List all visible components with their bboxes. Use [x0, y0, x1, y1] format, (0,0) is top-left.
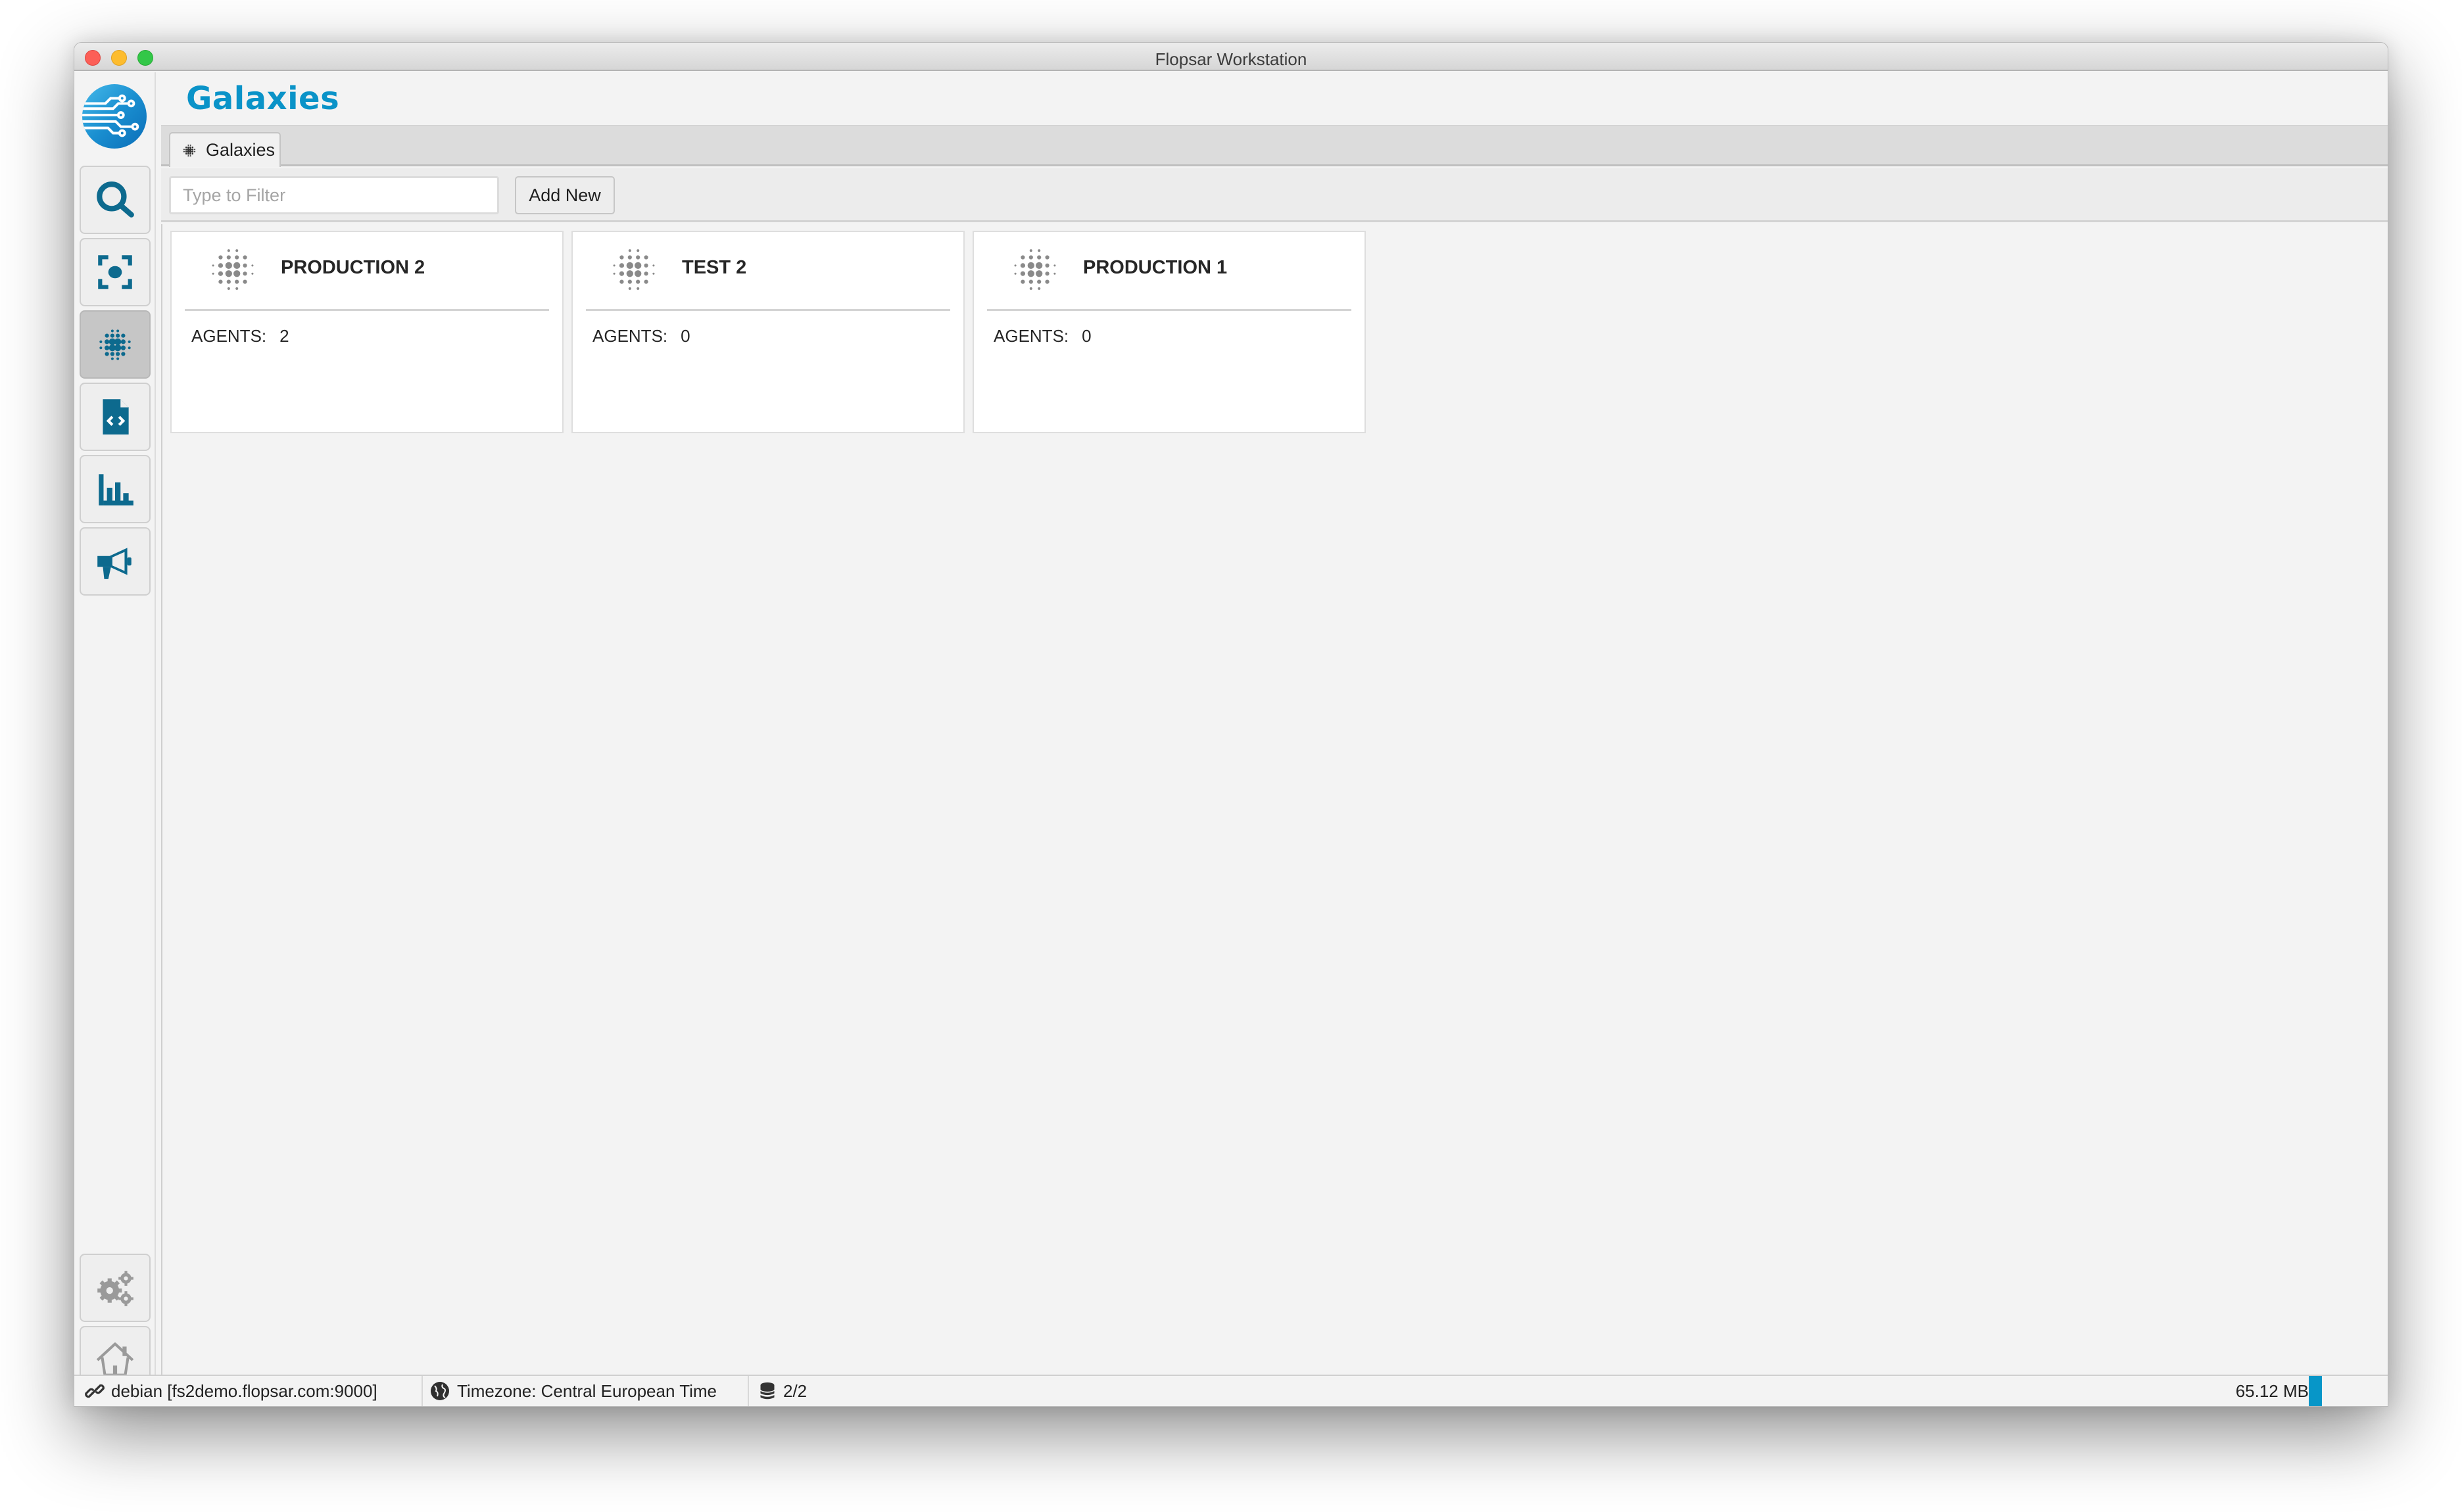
main-content: Galaxies Galaxies Add New	[161, 72, 2388, 1375]
status-bar: debian [fs2demo.flopsar.com:9000] Timezo…	[74, 1375, 2388, 1406]
flopsar-logo-icon	[82, 94, 139, 137]
database-icon	[760, 1382, 775, 1400]
tab-galaxies[interactable]: Galaxies	[169, 132, 281, 167]
megaphone-icon	[97, 548, 132, 579]
nav-announcements-button[interactable]	[80, 527, 151, 596]
nav-galaxies-button[interactable]	[80, 310, 151, 379]
app-logo[interactable]	[82, 84, 147, 149]
agents-info: AGENTS: 2	[191, 326, 289, 346]
agents-label: AGENTS:	[592, 326, 668, 346]
agents-count: 0	[681, 326, 690, 346]
galaxy-dots-icon	[1014, 249, 1056, 290]
search-icon	[97, 181, 134, 218]
toolbar: Add New	[161, 168, 2388, 222]
galaxy-dots-icon	[183, 144, 196, 156]
galaxy-dots-icon	[613, 249, 655, 290]
nav-charts-button[interactable]	[80, 455, 151, 523]
card-divider	[586, 309, 950, 311]
nav-code-file-button[interactable]	[80, 383, 151, 451]
title-bar: Flopsar Workstation	[74, 43, 2388, 71]
card-divider	[987, 309, 1351, 311]
agents-label: AGENTS:	[994, 326, 1069, 346]
bar-chart-icon	[99, 474, 133, 506]
focus-capture-icon	[98, 255, 132, 289]
agents-info: AGENTS: 0	[592, 326, 690, 346]
gears-icon	[97, 1271, 133, 1306]
galaxy-card[interactable]: TEST 2 AGENTS: 0	[571, 231, 965, 433]
galaxy-card[interactable]: PRODUCTION 2 AGENTS: 2	[170, 231, 564, 433]
filter-input[interactable]	[169, 176, 499, 214]
tab-strip: Galaxies	[161, 125, 2388, 167]
add-new-button[interactable]: Add New	[515, 176, 615, 214]
galaxy-dots-icon	[99, 329, 131, 360]
memory-usage: 65.12 MB	[2236, 1376, 2309, 1406]
card-divider	[185, 309, 549, 311]
galaxy-name: PRODUCTION 2	[281, 257, 425, 278]
window-title: Flopsar Workstation	[1155, 49, 1307, 69]
nav-focus-button[interactable]	[80, 238, 151, 306]
app-window: Flopsar Workstation Galaxies Galaxies Ty…	[74, 42, 2388, 1407]
galaxy-card[interactable]: PRODUCTION 1 AGENTS: 0	[973, 231, 1366, 433]
database-status: 2/2	[758, 1376, 807, 1406]
galaxy-name: PRODUCTION 1	[1083, 257, 1228, 278]
link-icon	[85, 1384, 105, 1398]
page-title: Galaxies	[186, 80, 340, 117]
status-separator	[748, 1376, 749, 1406]
galaxy-cards-area: PRODUCTION 2 AGENTS: 2 TEST 2 AGENTS: 0 …	[161, 224, 2388, 1375]
galaxy-dots-icon	[212, 249, 254, 290]
database-count: 2/2	[783, 1381, 808, 1401]
agents-info: AGENTS: 0	[994, 326, 1092, 346]
memory-bar[interactable]	[2309, 1376, 2322, 1406]
connection-text: debian [fs2demo.flopsar.com:9000]	[111, 1381, 377, 1401]
memory-text: 65.12 MB	[2235, 1381, 2309, 1401]
timezone-text: Timezone: Central European Time	[457, 1381, 717, 1401]
status-separator	[422, 1376, 423, 1406]
tab-label: Galaxies	[206, 140, 276, 160]
agents-count: 2	[279, 326, 289, 346]
agents-count: 0	[1082, 326, 1092, 346]
timezone-status: Timezone: Central European Time	[429, 1376, 717, 1406]
settings-button[interactable]	[80, 1254, 151, 1322]
nav-search-button[interactable]	[80, 166, 151, 234]
code-file-icon	[103, 399, 129, 435]
globe-icon	[431, 1382, 449, 1400]
agents-label: AGENTS:	[191, 326, 267, 346]
sidebar	[74, 72, 156, 1394]
connection-status: debian [fs2demo.flopsar.com:9000]	[85, 1376, 377, 1406]
galaxy-name: TEST 2	[682, 257, 747, 278]
